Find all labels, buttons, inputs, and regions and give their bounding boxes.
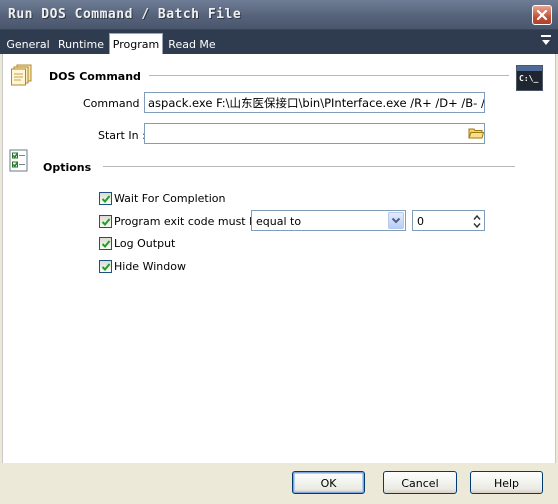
command-input[interactable]: aspack.exe F:\山东医保接口\bin\PInterface.exe … <box>144 92 485 113</box>
options-checklist-icon <box>9 149 28 172</box>
checkmark-icon <box>101 218 111 226</box>
section-divider <box>103 166 515 168</box>
start-in-input[interactable] <box>144 123 485 144</box>
tab-program[interactable]: Program <box>109 33 163 54</box>
chevron-down-icon <box>391 217 401 224</box>
tab-bar: General Runtime Program Read Me <box>0 30 558 54</box>
exit-code-value-spinner[interactable]: 0 <box>412 210 485 231</box>
batch-file-icon <box>11 64 32 86</box>
checkmark-icon <box>101 263 111 271</box>
checkmark-icon <box>101 240 111 248</box>
command-label: Command : <box>83 97 147 110</box>
exit-code-comparison-select[interactable]: equal to <box>251 210 406 231</box>
console-icon: C:\_ <box>516 65 543 91</box>
window-title: Run DOS Command / Batch File <box>8 7 242 22</box>
start-in-label: Start In : <box>98 129 146 142</box>
checkmark-icon <box>101 195 111 203</box>
tab-general[interactable]: General <box>3 34 53 54</box>
log-output-label[interactable]: Log Output <box>114 237 175 250</box>
tab-runtime[interactable]: Runtime <box>55 34 107 54</box>
tab-menu-icon[interactable] <box>541 35 551 47</box>
wait-for-completion-checkbox[interactable] <box>99 192 112 205</box>
exit-code-label[interactable]: Program exit code must be <box>114 215 263 228</box>
dialog-footer: OK Cancel Help <box>0 463 558 504</box>
tab-read-me[interactable]: Read Me <box>165 34 219 54</box>
hide-window-checkbox[interactable] <box>99 260 112 273</box>
close-icon <box>536 9 548 21</box>
cancel-button[interactable]: Cancel <box>383 471 457 494</box>
options-heading: Options <box>43 161 92 174</box>
dropdown-button[interactable] <box>388 212 404 229</box>
exit-code-checkbox[interactable] <box>99 215 112 228</box>
ok-button[interactable]: OK <box>292 471 365 494</box>
comparison-value: equal to <box>256 215 302 228</box>
dos-command-heading: DOS Command <box>49 70 141 83</box>
hide-window-label[interactable]: Hide Window <box>114 260 186 273</box>
program-panel: DOS Command C:\_ Command : aspack.exe F:… <box>2 54 556 463</box>
close-button[interactable] <box>532 5 552 25</box>
spin-down-icon[interactable] <box>472 221 482 230</box>
browse-folder-icon[interactable] <box>468 126 484 140</box>
wait-for-completion-label[interactable]: Wait For Completion <box>114 192 225 205</box>
log-output-checkbox[interactable] <box>99 237 112 250</box>
help-button[interactable]: Help <box>470 471 543 494</box>
title-bar: Run DOS Command / Batch File <box>0 0 558 30</box>
section-divider <box>149 75 509 77</box>
exit-code-value: 0 <box>417 215 424 228</box>
